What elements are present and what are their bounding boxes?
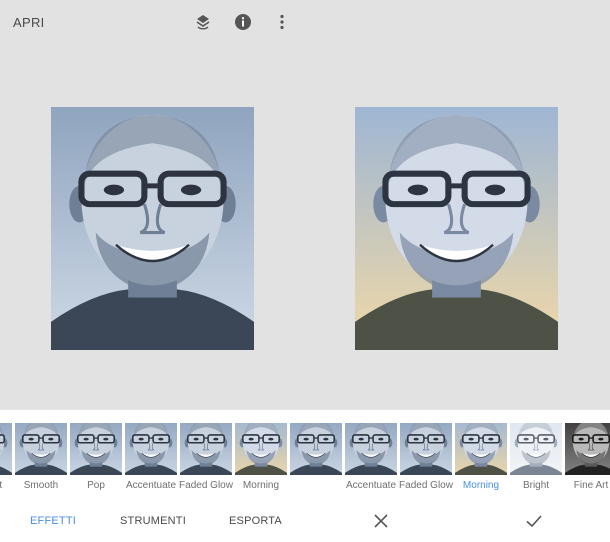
tab-esporta[interactable]: ESPORTA — [229, 515, 282, 527]
tab-strumenti[interactable]: STRUMENTI — [120, 515, 186, 527]
layers-undo-icon[interactable] — [193, 12, 213, 32]
filter-thumbnail[interactable] — [180, 423, 232, 475]
open-button[interactable]: APRI — [13, 15, 45, 30]
filter-thumbnail[interactable] — [70, 423, 122, 475]
filter-thumbnail[interactable] — [345, 423, 397, 475]
filter-thumbnail[interactable] — [15, 423, 67, 475]
filter-label: Morning — [242, 480, 280, 491]
filter-filmstrip[interactable]: PortraitSmoothPopAccentuateFaded GlowMor… — [0, 410, 610, 498]
original-photo — [51, 107, 254, 350]
filter-thumbnail[interactable] — [235, 423, 287, 475]
close-icon[interactable] — [372, 512, 390, 530]
filter-thumbnail[interactable] — [565, 423, 610, 475]
filter-thumbnail[interactable] — [125, 423, 177, 475]
filter-thumbnail[interactable] — [455, 423, 507, 475]
preview-area[interactable] — [0, 44, 610, 410]
edited-photo — [355, 107, 558, 350]
bottom-bar: EFFETTI STRUMENTI ESPORTA — [0, 498, 610, 542]
filter-thumbnail[interactable] — [0, 423, 12, 475]
check-icon[interactable] — [525, 512, 543, 530]
filter-thumbnail[interactable] — [400, 423, 452, 475]
filter-thumbnail[interactable] — [290, 423, 342, 475]
filter-label: Fine Art — [573, 480, 609, 491]
info-icon[interactable] — [233, 12, 253, 32]
top-toolbar: APRI — [0, 0, 610, 44]
filter-thumbnail[interactable] — [510, 423, 562, 475]
tab-effetti[interactable]: EFFETTI — [30, 515, 76, 527]
more-vert-icon[interactable] — [272, 12, 292, 32]
